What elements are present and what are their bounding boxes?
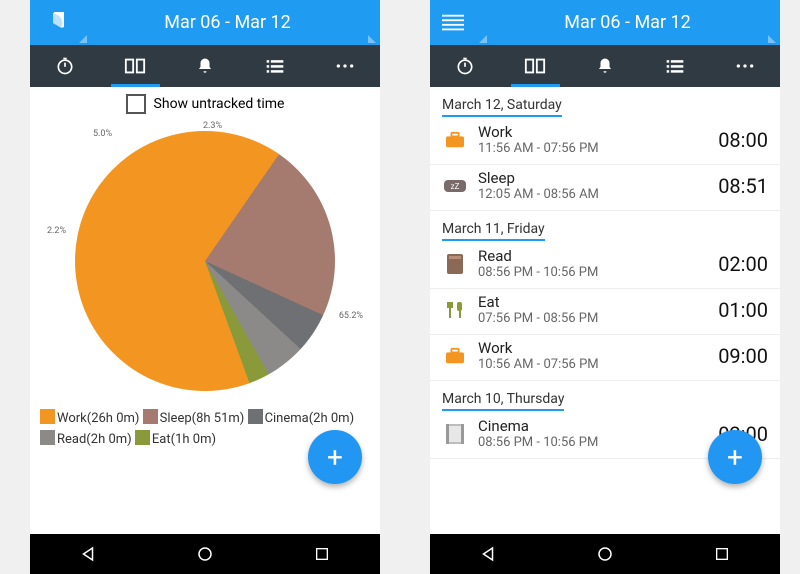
date-range-selector[interactable]: Mar 06 - Mar 12 [475, 0, 780, 45]
day-header: March 10, Thursday [442, 391, 564, 411]
untracked-toggle[interactable]: Show untracked time [30, 87, 380, 121]
tab-log[interactable] [100, 45, 170, 87]
pie-content: Show untracked time 65.2% 2.2% 5.0% 2.3%… [30, 87, 380, 534]
legend-swatch [40, 409, 55, 424]
screen-list: Mar 06 - Mar 12 March 12, SaturdayWork11… [430, 0, 780, 574]
tabbar [430, 45, 780, 87]
entry-duration: 08:51 [718, 174, 768, 198]
entry-row[interactable]: Eat07:56 PM - 08:56 PM01:00 [430, 289, 780, 335]
back-icon[interactable] [78, 544, 98, 564]
prev-range-icon[interactable] [79, 35, 87, 43]
next-range-icon[interactable] [368, 35, 376, 43]
entry-range: 08:56 PM - 10:56 PM [478, 435, 718, 450]
legend-swatch [248, 409, 263, 424]
date-range: Mar 06 - Mar 12 [564, 12, 691, 33]
entry-title: Work [478, 123, 718, 141]
legend-label: Read(2h 0m) [57, 432, 132, 447]
briefcase-icon [442, 129, 468, 151]
briefcase-icon [442, 345, 468, 367]
topbar: Mar 06 - Mar 12 [30, 0, 380, 45]
menu-icon[interactable] [430, 0, 475, 45]
entry-title: Read [478, 247, 718, 265]
entry-row[interactable]: Read08:56 PM - 10:56 PM02:00 [430, 243, 780, 289]
sleep-icon: zZ [442, 175, 468, 197]
day-header: March 11, Friday [442, 221, 545, 241]
legend-swatch [40, 430, 55, 445]
tab-list[interactable] [240, 45, 310, 87]
add-fab[interactable]: + [708, 430, 762, 484]
android-navbar [430, 534, 780, 574]
checkbox-icon[interactable] [126, 94, 146, 114]
list-content: March 12, SaturdayWork11:56 AM - 07:56 P… [430, 87, 780, 534]
legend-label: Work(26h 0m) [57, 411, 139, 426]
entry-duration: 09:00 [718, 344, 768, 368]
legend-label: Sleep(8h 51m) [160, 411, 245, 426]
add-fab[interactable]: + [308, 430, 362, 484]
entry-range: 10:56 AM - 07:56 PM [478, 357, 718, 372]
entry-row[interactable]: Work10:56 AM - 07:56 PM09:00 [430, 335, 780, 381]
entry-duration: 02:00 [718, 252, 768, 276]
date-range: Mar 06 - Mar 12 [164, 12, 291, 33]
entry-title: Sleep [478, 169, 718, 187]
recent-icon[interactable] [312, 544, 332, 564]
eat-icon [442, 299, 468, 321]
slice-label-cinema: 5.0% [93, 129, 112, 139]
home-icon[interactable] [595, 544, 615, 564]
film-icon [442, 423, 468, 445]
slice-label-work: 65.2% [339, 311, 363, 321]
entry-range: 07:56 PM - 08:56 PM [478, 311, 718, 326]
tab-timer[interactable] [430, 45, 500, 87]
home-icon[interactable] [195, 544, 215, 564]
entry-range: 08:56 PM - 10:56 PM [478, 265, 718, 280]
legend-label: Eat(1h 0m) [152, 432, 216, 447]
recent-icon[interactable] [712, 544, 732, 564]
tab-more[interactable] [710, 45, 780, 87]
slice-label-sleep: 2.2% [47, 226, 66, 236]
svg-text:zZ: zZ [451, 182, 460, 191]
entry-title: Work [478, 339, 718, 357]
tab-timer[interactable] [30, 45, 100, 87]
legend-swatch [143, 409, 158, 424]
entry-row[interactable]: Work11:56 AM - 07:56 PM08:00 [430, 119, 780, 165]
back-icon[interactable] [478, 544, 498, 564]
entry-duration: 08:00 [718, 128, 768, 152]
entry-title: Cinema [478, 417, 718, 435]
slice-label-eat: 2.3% [203, 121, 222, 131]
tab-alerts[interactable] [570, 45, 640, 87]
book-icon [442, 253, 468, 275]
next-range-icon[interactable] [768, 35, 776, 43]
entry-range: 12:05 AM - 08:56 AM [478, 187, 718, 202]
legend-label: Cinema(2h 0m) [265, 411, 355, 426]
tab-list[interactable] [640, 45, 710, 87]
tabbar [30, 45, 380, 87]
pie-tab-icon[interactable] [30, 0, 75, 45]
legend-swatch [135, 430, 150, 445]
tab-log[interactable] [500, 45, 570, 87]
entry-row[interactable]: zZ Sleep12:05 AM - 08:56 AM08:51 [430, 165, 780, 211]
topbar: Mar 06 - Mar 12 [430, 0, 780, 45]
tab-alerts[interactable] [170, 45, 240, 87]
untracked-label: Show untracked time [154, 96, 285, 112]
prev-range-icon[interactable] [479, 35, 487, 43]
pie-graphic [75, 131, 335, 391]
android-navbar [30, 534, 380, 574]
date-range-selector[interactable]: Mar 06 - Mar 12 [75, 0, 380, 45]
entry-title: Eat [478, 293, 718, 311]
tab-more[interactable] [310, 45, 380, 87]
pie-chart: 65.2% 2.2% 5.0% 2.3% [75, 131, 335, 391]
day-header: March 12, Saturday [442, 97, 562, 117]
entry-duration: 01:00 [718, 298, 768, 322]
screen-pie: Mar 06 - Mar 12 Show untracked time 65.2… [30, 0, 380, 574]
entry-range: 11:56 AM - 07:56 PM [478, 141, 718, 156]
